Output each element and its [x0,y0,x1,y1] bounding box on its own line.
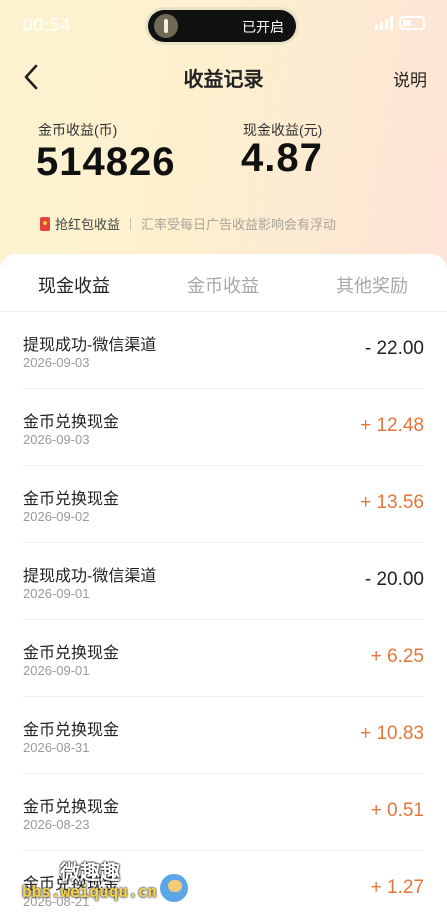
record-date: 2026-09-03 [23,355,90,370]
tab-cash-earnings[interactable]: 现金收益 [38,272,110,298]
red-packet-earnings-link[interactable]: 抢红包收益 [55,214,120,233]
list-item[interactable]: 金币兑换现金 2026-09-01 + 6.25 [23,620,424,697]
list-item[interactable]: 金币兑换现金 2026-09-03 + 12.48 [23,389,424,466]
coin-earnings-label: 金币收益(币) [38,122,118,138]
watermark: 微趣趣 bbs.weiququ.cn [22,856,222,906]
divider [130,217,132,230]
watermark-title: 微趣趣 [60,862,120,884]
record-amount: + 12.48 [360,415,424,436]
battery-icon [399,16,425,30]
record-title: 提现成功-微信渠道 [23,337,157,354]
record-amount: + 1.27 [370,877,424,898]
cash-earnings-value: 4.87 [241,136,323,180]
record-amount: + 0.51 [370,800,424,821]
record-title: 金币兑换现金 [23,414,120,431]
record-amount: + 13.56 [360,492,424,513]
record-date: 2026-09-01 [23,586,90,601]
exchange-rate-notice: 汇率受每日广告收益影响会有浮动 [141,217,337,232]
record-date: 2026-08-23 [23,817,90,832]
list-item[interactable]: 金币兑换现金 2026-08-23 + 0.51 [23,774,424,851]
help-link[interactable]: 说明 [393,66,427,91]
status-time: 00:54 [22,16,71,36]
record-title: 金币兑换现金 [23,491,120,508]
status-bar: 00:54 已开启 [0,0,447,52]
tab-coin-earnings[interactable]: 金币收益 [187,272,259,298]
flashlight-icon [154,14,178,38]
tab-bar: 现金收益 金币收益 其他奖励 [0,254,447,312]
page-title: 收益记录 [183,69,264,91]
status-icons [375,16,425,30]
island-status-text: 已开启 [242,19,284,35]
list-item[interactable]: 金币兑换现金 2026-08-31 + 10.83 [23,697,424,774]
list-item[interactable]: 提现成功-微信渠道 2026-09-03 - 22.00 [23,312,424,389]
red-packet-icon [40,216,50,231]
list-item[interactable]: 提现成功-微信渠道 2026-09-01 - 20.00 [23,543,424,620]
record-date: 2026-09-03 [23,432,90,447]
record-amount: + 6.25 [370,646,424,667]
notice-bar: 抢红包收益 汇率受每日广告收益影响会有浮动 [40,214,336,233]
record-title: 金币兑换现金 [23,722,120,739]
dynamic-island[interactable]: 已开启 [148,10,296,42]
record-date: 2026-09-01 [23,663,90,678]
coin-earnings-value: 514826 [36,140,176,184]
record-title: 提现成功-微信渠道 [23,568,157,585]
signal-icon [375,16,393,30]
record-date: 2026-09-02 [23,509,90,524]
tab-other-rewards[interactable]: 其他奖励 [336,272,408,298]
list-item[interactable]: 金币兑换现金 2026-09-02 + 13.56 [23,466,424,543]
records-list[interactable]: 提现成功-微信渠道 2026-09-03 - 22.00 金币兑换现金 2026… [0,312,447,920]
record-title: 金币兑换现金 [23,799,120,816]
mascot-icon [158,872,190,904]
record-date: 2026-08-31 [23,740,90,755]
watermark-url: bbs.weiququ.cn [22,882,157,901]
record-title: 金币兑换现金 [23,645,120,662]
records-panel: 现金收益 金币收益 其他奖励 提现成功-微信渠道 2026-09-03 - 22… [0,254,447,920]
record-amount: - 22.00 [364,338,424,359]
record-amount: - 20.00 [364,569,424,590]
record-amount: + 10.83 [360,723,424,744]
